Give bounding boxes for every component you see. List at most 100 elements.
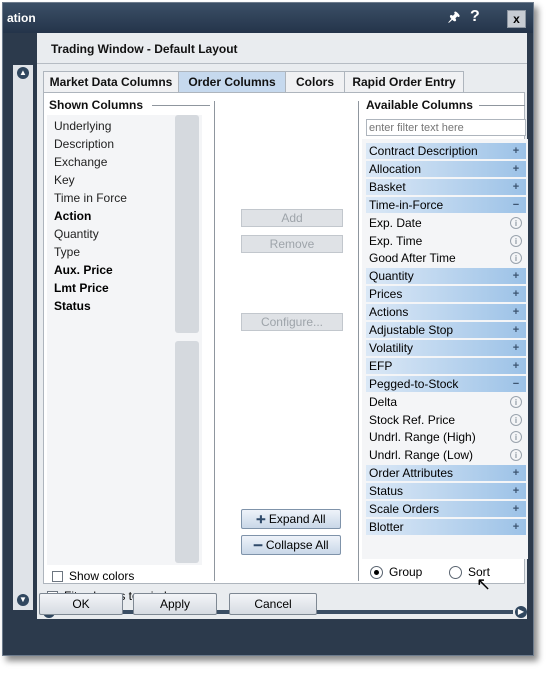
- column-group-row[interactable]: Blotter +: [366, 518, 526, 535]
- shown-columns-list[interactable]: Underlying Description Exchange Key Time in …: [47, 115, 202, 565]
- group-radio[interactable]: [370, 566, 383, 579]
- window-vertical-scrollbar[interactable]: ▲ ▼: [13, 65, 33, 610]
- info-icon[interactable]: i: [510, 413, 522, 426]
- column-label: Undrl. Range (High): [369, 430, 476, 445]
- column-label: Allocation: [369, 161, 422, 176]
- shown-list-scrollbar-upper[interactable]: [175, 115, 199, 333]
- column-group-row[interactable]: Quantity +: [366, 268, 526, 285]
- column-group-row[interactable]: EFP +: [366, 357, 526, 374]
- collapse-all-button[interactable]: ➖︎ Collapse All: [241, 535, 341, 555]
- column-label: Status: [369, 484, 404, 499]
- info-icon[interactable]: i: [510, 449, 522, 462]
- column-group-row[interactable]: Actions +: [366, 304, 526, 321]
- column-group-row[interactable]: Status +: [366, 483, 526, 500]
- shown-column-item[interactable]: Quantity: [54, 227, 99, 241]
- shown-columns-title: Shown Columns: [49, 98, 143, 112]
- column-label: Delta: [369, 394, 398, 409]
- shown-list-scrollbar-lower[interactable]: [175, 341, 199, 563]
- column-group-row[interactable]: Prices +: [366, 286, 526, 303]
- divider: [152, 105, 210, 106]
- column-item-row[interactable]: Undrl. Range (High) i: [366, 429, 526, 445]
- expand-icon[interactable]: +: [510, 288, 522, 300]
- shown-column-item[interactable]: Lmt Price: [54, 281, 109, 295]
- column-group-row[interactable]: Contract Description +: [366, 143, 526, 159]
- expand-icon[interactable]: +: [510, 145, 522, 157]
- scroll-right-icon[interactable]: ▶: [515, 606, 527, 618]
- expand-icon[interactable]: +: [510, 360, 522, 372]
- tab-colors[interactable]: Colors: [285, 71, 345, 92]
- divider: [37, 63, 527, 64]
- shown-column-item[interactable]: Underlying: [54, 119, 111, 133]
- shown-column-item[interactable]: Time in Force: [54, 191, 127, 205]
- expand-icon[interactable]: +: [510, 324, 522, 336]
- column-group-row[interactable]: Order Attributes +: [366, 465, 526, 482]
- expand-icon[interactable]: +: [510, 270, 522, 282]
- remove-button[interactable]: Remove: [241, 235, 343, 253]
- shown-column-item[interactable]: Status: [54, 299, 91, 313]
- show-colors-checkbox[interactable]: [52, 571, 63, 582]
- shown-column-item[interactable]: Exchange: [54, 155, 107, 169]
- info-icon[interactable]: i: [510, 216, 522, 229]
- column-item-row[interactable]: Good After Time i: [366, 250, 526, 266]
- column-label: Blotter: [369, 519, 404, 534]
- shown-column-item[interactable]: Description: [54, 137, 114, 151]
- column-group-row[interactable]: Volatility +: [366, 339, 526, 356]
- column-group-row[interactable]: Allocation +: [366, 160, 526, 177]
- expand-icon[interactable]: +: [510, 181, 522, 193]
- info-icon[interactable]: i: [510, 234, 522, 247]
- column-item-row[interactable]: Exp. Time i: [366, 233, 526, 249]
- column-item-row[interactable]: Stock Ref. Price i: [366, 412, 526, 428]
- cancel-button[interactable]: Cancel: [229, 593, 317, 615]
- collapse-icon[interactable]: −: [510, 378, 522, 390]
- expand-icon[interactable]: +: [510, 163, 522, 175]
- info-icon[interactable]: i: [510, 431, 522, 444]
- column-label: Exp. Date: [369, 215, 422, 230]
- expand-icon: ➕︎: [256, 512, 266, 526]
- column-label: Pegged-to-Stock: [369, 376, 459, 391]
- sort-radio[interactable]: [449, 566, 462, 579]
- column-label: Scale Orders: [369, 502, 440, 516]
- close-button[interactable]: x: [507, 10, 526, 28]
- column-group-row[interactable]: Basket +: [366, 178, 526, 195]
- column-label: Undrl. Range (Low): [369, 448, 474, 463]
- shown-column-item[interactable]: Aux. Price: [54, 263, 113, 277]
- scroll-up-icon[interactable]: ▲: [17, 67, 29, 79]
- expand-icon[interactable]: +: [510, 306, 522, 318]
- show-colors-label: Show colors: [69, 569, 135, 583]
- expand-all-button[interactable]: ➕︎ Expand All: [241, 509, 341, 529]
- collapse-icon: ➖︎: [253, 538, 263, 552]
- help-icon[interactable]: ?: [470, 8, 480, 26]
- info-icon[interactable]: i: [510, 252, 522, 265]
- tab-order-columns[interactable]: Order Columns: [178, 71, 286, 92]
- info-icon[interactable]: i: [510, 395, 522, 408]
- collapse-icon[interactable]: −: [510, 199, 522, 211]
- column-label: Adjustable Stop: [369, 323, 454, 337]
- shown-column-item[interactable]: Type: [54, 245, 80, 259]
- expand-icon[interactable]: +: [510, 485, 522, 497]
- column-item-row[interactable]: Undrl. Range (Low) i: [366, 447, 526, 463]
- column-item-row[interactable]: Delta i: [366, 394, 526, 410]
- column-label: EFP: [369, 358, 393, 373]
- expand-icon[interactable]: +: [510, 467, 522, 479]
- column-label: Stock Ref. Price: [369, 412, 456, 427]
- expand-icon[interactable]: +: [510, 503, 522, 515]
- column-item-row[interactable]: Exp. Date i: [366, 215, 526, 231]
- pin-icon[interactable]: 🖈: [448, 8, 460, 30]
- column-group-row[interactable]: Pegged-to-Stock −: [366, 375, 526, 392]
- expand-icon[interactable]: +: [510, 521, 522, 533]
- column-group-row[interactable]: Adjustable Stop +: [366, 322, 526, 338]
- shown-column-item[interactable]: Key: [54, 173, 75, 187]
- tab-rapid-order-entry[interactable]: Rapid Order Entry: [344, 71, 464, 92]
- scroll-down-icon[interactable]: ▼: [17, 594, 29, 606]
- filter-input[interactable]: [366, 119, 526, 136]
- shown-column-item[interactable]: Action: [54, 209, 91, 223]
- configure-button[interactable]: Configure...: [241, 313, 343, 331]
- column-group-row[interactable]: Scale Orders +: [366, 501, 526, 517]
- expand-icon[interactable]: +: [510, 342, 522, 354]
- add-button[interactable]: Add: [241, 209, 343, 227]
- column-group-row[interactable]: Time-in-Force −: [366, 196, 526, 213]
- apply-button[interactable]: Apply: [133, 593, 217, 615]
- ok-button[interactable]: OK: [39, 593, 123, 615]
- tab-market-data-columns[interactable]: Market Data Columns: [43, 71, 179, 92]
- collapse-all-label: Collapse All: [265, 538, 329, 552]
